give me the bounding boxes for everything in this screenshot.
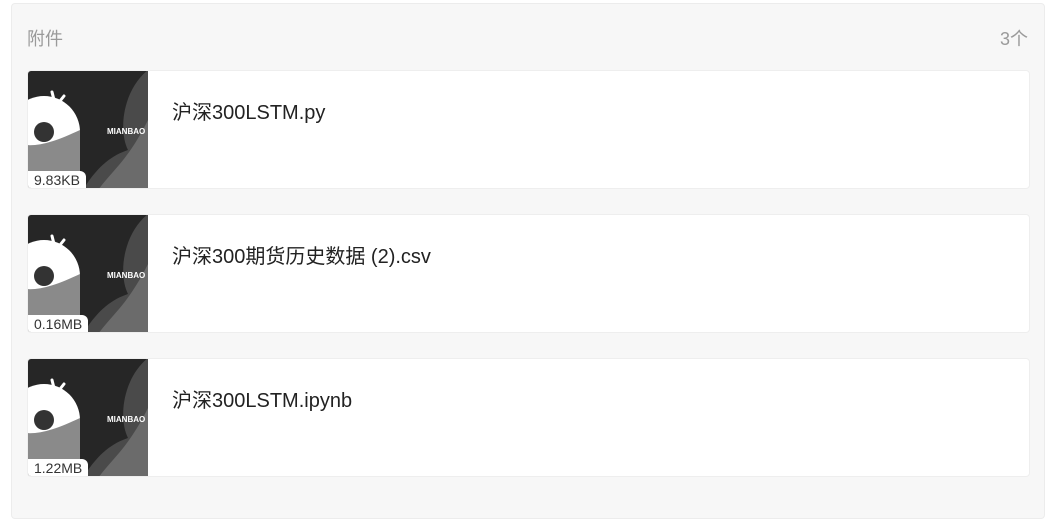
thumbnail-label: MIANBAO	[107, 271, 145, 280]
file-thumbnail: MIANBAO 1.22MB	[28, 359, 148, 476]
file-thumbnail: MIANBAO 9.83KB	[28, 71, 148, 188]
file-size-badge: 1.22MB	[28, 459, 89, 476]
attachments-title: 附件	[27, 29, 63, 49]
file-size-badge: 0.16MB	[28, 315, 89, 332]
attachment-card[interactable]: MIANBAO 9.83KB 沪深300LSTM.py	[27, 70, 1030, 189]
attachments-panel: 附件 3个 MIANBAO 9.83KB 沪深300LSTM.py MIANBA…	[11, 3, 1045, 519]
attachments-count: 3个	[999, 29, 1028, 49]
thumbnail-label: MIANBAO	[107, 415, 145, 424]
file-name[interactable]: 沪深300期货历史数据 (2).csv	[172, 240, 431, 269]
file-name[interactable]: 沪深300LSTM.py	[172, 96, 325, 125]
attachment-card[interactable]: MIANBAO 1.22MB 沪深300LSTM.ipynb	[27, 358, 1030, 477]
file-name[interactable]: 沪深300LSTM.ipynb	[172, 384, 352, 413]
attachment-card[interactable]: MIANBAO 0.16MB 沪深300期货历史数据 (2).csv	[27, 214, 1030, 333]
file-size-badge: 9.83KB	[28, 171, 86, 188]
file-thumbnail: MIANBAO 0.16MB	[28, 215, 148, 332]
thumbnail-label: MIANBAO	[107, 127, 145, 136]
